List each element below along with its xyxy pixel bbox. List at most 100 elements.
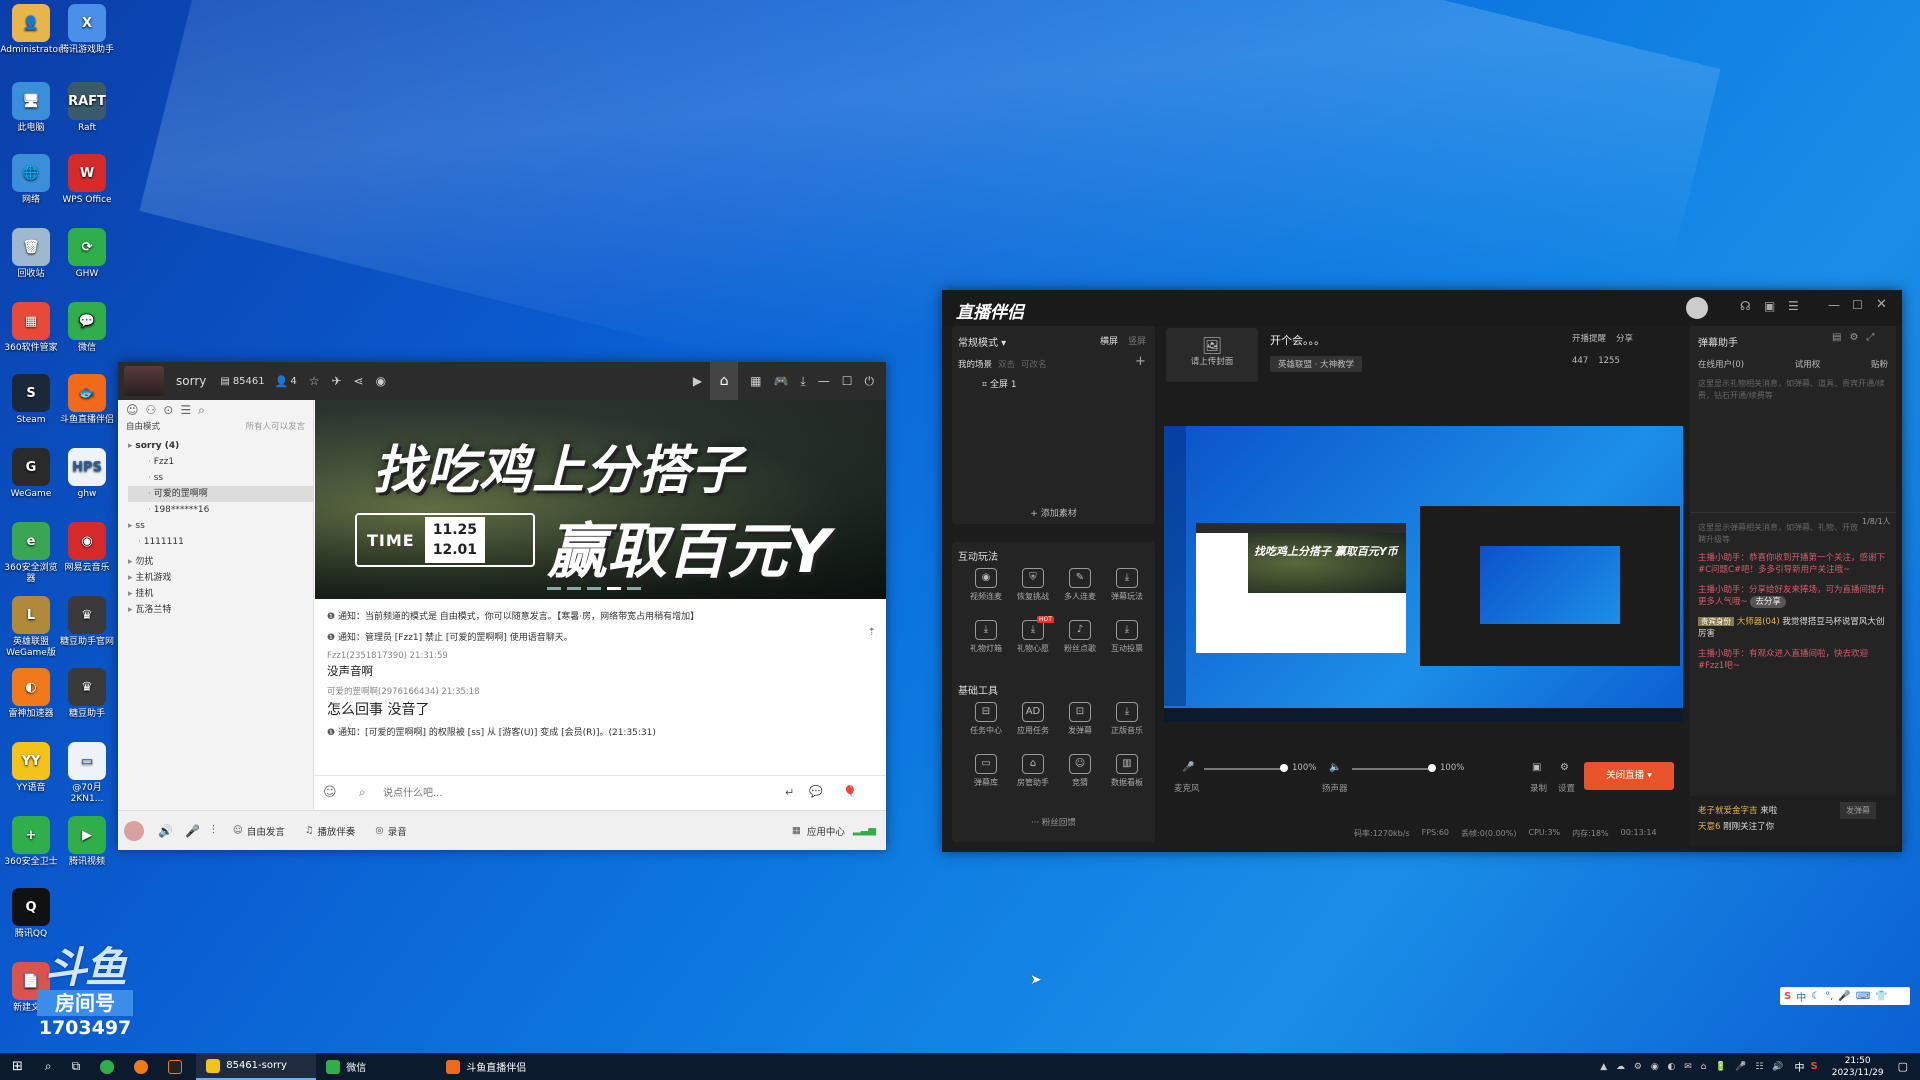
desktop-icon[interactable]: 💬 微信 — [56, 302, 118, 354]
minimize-icon[interactable]: — — [1828, 298, 1840, 312]
channel-tree-item[interactable]: ▸ 主机游戏 — [128, 570, 313, 586]
tool-button[interactable]: ⌂ 房管助手 — [1013, 754, 1053, 788]
share-link[interactable]: 分享 — [1616, 332, 1633, 344]
channel-tree-item[interactable]: · 1111111 — [128, 534, 313, 550]
mic-icon[interactable]: 🎤 — [1182, 762, 1194, 773]
chat-input[interactable] — [383, 782, 763, 804]
headset-icon[interactable]: ☊ — [1740, 299, 1751, 313]
enter-user[interactable]: 老子就爱金字吉 — [1698, 806, 1758, 816]
menu-icon[interactable]: ☰ — [1788, 299, 1799, 313]
ime-toolbar[interactable]: S 中 ☾ °, 🎤 ⌨ 👕 — [1780, 987, 1910, 1005]
channel-tree-item[interactable]: · ss — [128, 470, 313, 486]
enter-icon[interactable]: ↵ — [785, 786, 794, 799]
send-danmu-button[interactable]: 发弹幕 — [1840, 802, 1876, 819]
desktop-icon[interactable]: 🌐 网络 — [0, 154, 62, 206]
record-button[interactable]: 录音 — [388, 824, 407, 838]
tool-button[interactable]: ⊟ 任务中心 — [966, 702, 1006, 736]
app-center-button[interactable]: 应用中心 — [807, 824, 845, 838]
desktop-icon[interactable]: L 英雄联盟WeGame版 — [0, 596, 62, 659]
danmu-settings-icon[interactable]: ⚙ — [1849, 332, 1858, 343]
start-icon[interactable]: ⊞ — [12, 1059, 23, 1074]
live-remind-link[interactable]: 开播提醒 — [1572, 332, 1606, 344]
mode-select[interactable]: 常规模式 ▾ — [958, 334, 1006, 349]
search-icon[interactable]: ⌕ — [45, 1059, 52, 1074]
desktop-icon[interactable]: ⟳ GHW — [56, 228, 118, 280]
video-icon[interactable]: ▶ — [693, 374, 702, 388]
gift-icon[interactable]: 🎈 — [843, 785, 857, 798]
tool-button[interactable]: ☺ 竞猜 — [1060, 754, 1100, 788]
speaker-icon[interactable]: 🔈 — [1329, 762, 1341, 773]
channel-tree-item[interactable]: ▸ 挂机 — [128, 586, 313, 602]
danmu-popout-icon[interactable]: ⤢ — [1866, 332, 1874, 343]
comment-icon[interactable]: 💬 — [809, 785, 823, 798]
desktop-icon[interactable]: G WeGame — [0, 448, 62, 500]
equalizer-icon[interactable]: ⫶ — [212, 823, 215, 838]
channel-tree-item[interactable]: ▸ ss — [128, 518, 313, 534]
banner-dots[interactable] — [547, 587, 641, 590]
desktop-icon[interactable]: ▦ 360软件管家 — [0, 302, 62, 354]
stream-title[interactable]: 开个会。。。 — [1270, 332, 1325, 348]
scroll-top-icon[interactable]: ⇡ — [868, 627, 876, 638]
tool-button[interactable]: ⛨ 恢复挑战 — [1013, 568, 1053, 602]
badge-icon[interactable]: ◉ — [376, 374, 386, 388]
tab-online[interactable]: 在线用户(0) — [1698, 358, 1744, 370]
scene-tab[interactable]: 可改名 — [1021, 358, 1047, 370]
channel-tree-item[interactable]: ▸ sorry (4) — [128, 438, 313, 454]
notification-icon[interactable]: ▢ — [1898, 1060, 1908, 1073]
desktop-icon[interactable]: ▶ 腾讯视频 — [56, 816, 118, 868]
scene-tab[interactable]: 双击 — [998, 358, 1015, 370]
highlight-user[interactable]: 大师器(04) — [1737, 617, 1780, 627]
desktop-icon[interactable]: e 360安全浏览器 — [0, 522, 62, 585]
tray-sogou-icon[interactable]: S — [1811, 1061, 1818, 1072]
tool-button[interactable]: ⤓ 正版音乐 — [1107, 702, 1147, 736]
settings-icon[interactable]: ⚙ — [1560, 762, 1569, 773]
group-icon[interactable]: ⚇ — [146, 403, 157, 417]
tab-fans[interactable]: 贴粉 — [1871, 358, 1888, 370]
desktop-icon[interactable]: HPS ghw — [56, 448, 118, 500]
channel-tree-item[interactable]: · 可爱的罡啊啊 — [128, 486, 313, 502]
tab-trial[interactable]: 试用权 — [1795, 358, 1821, 370]
browser-360-icon[interactable] — [100, 1059, 115, 1074]
tool-button[interactable]: ✎ 多人连麦 — [1060, 568, 1100, 602]
cover-upload[interactable]: 🖼 请上传封面 — [1166, 328, 1258, 382]
image-search-icon[interactable]: ⌕ — [359, 785, 366, 800]
share-icon[interactable]: ⋖ — [354, 374, 364, 388]
channel-tree-item[interactable]: · Fzz1 — [128, 454, 313, 470]
channel-tree-item[interactable]: ▸ 勿扰 — [128, 554, 313, 570]
tool-button[interactable]: ◉ 视频连麦 — [966, 568, 1006, 602]
scene-tab[interactable]: 我的场景 — [958, 358, 992, 370]
add-material-button[interactable]: + 添加素材 — [952, 506, 1155, 519]
follow-user[interactable]: 天意6 — [1698, 822, 1720, 832]
add-scene-icon[interactable]: + — [1135, 354, 1146, 369]
close-live-button[interactable]: 关闭直播 ▾ — [1584, 762, 1674, 790]
maximize-icon[interactable]: ☐ — [1852, 298, 1863, 312]
tool-button[interactable]: ▭ 弹幕库 — [966, 754, 1006, 788]
desktop-icon[interactable]: 👤 Administrator — [0, 4, 62, 56]
danmu-list-icon[interactable]: ▤ — [1832, 332, 1841, 343]
stream-preview[interactable]: 找吃鸡上分搭子 赢取百元Y币 — [1164, 426, 1683, 722]
desktop-icon[interactable]: S Steam — [0, 374, 62, 426]
tool-button[interactable]: ⤓ 互动投票 — [1107, 620, 1147, 654]
tool-button[interactable]: ⤓ 礼物灯箱 — [966, 620, 1006, 654]
leigod-icon[interactable] — [134, 1059, 149, 1074]
desktop-icon[interactable]: 🐟 斗鱼直播伴侣 — [56, 374, 118, 426]
desktop-icon[interactable]: ♛ 糖豆助手 — [56, 668, 118, 720]
tool-button[interactable]: ⤓ 弹幕玩法 — [1107, 568, 1147, 602]
wegame-icon[interactable] — [168, 1059, 183, 1074]
channel-avatar[interactable] — [124, 366, 164, 396]
home-icon[interactable]: ⌂ — [710, 362, 739, 400]
tool-button[interactable]: ⤓ 礼物心愿 HOT — [1013, 616, 1054, 654]
desktop-icon[interactable]: X 腾讯游戏助手 — [56, 4, 118, 56]
music-button[interactable]: 播放伴奏 — [317, 824, 355, 838]
pin-icon[interactable]: ⤓ — [800, 374, 805, 389]
desktop-icon[interactable]: RAFT Raft — [56, 82, 118, 134]
taskbar-app[interactable]: 85461-sorry — [196, 1053, 317, 1080]
scene-item[interactable]: ⌗ 全屏 1 — [958, 376, 1148, 394]
location-icon[interactable]: ⊙ — [163, 403, 173, 417]
desktop-icon[interactable]: YY YY语音 — [0, 742, 62, 794]
share-button[interactable]: 去分享 — [1750, 596, 1786, 608]
event-banner[interactable]: 找吃鸡上分搭子 TIME 11.25 12.01 赢取百元Y币 — [315, 400, 886, 599]
close-icon[interactable]: ✕ — [1876, 297, 1887, 312]
landscape-toggle[interactable]: 横屏 — [1100, 334, 1118, 347]
task-view-icon[interactable]: ⧉ — [72, 1059, 81, 1074]
